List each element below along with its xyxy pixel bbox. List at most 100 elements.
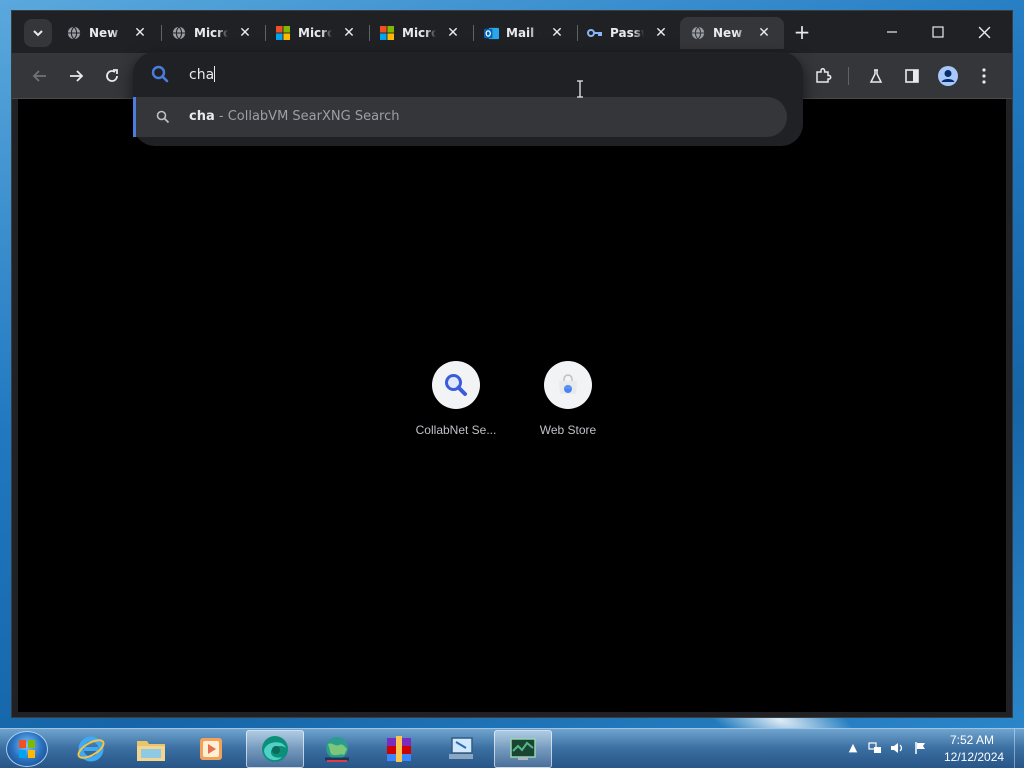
close-icon[interactable]: ✕ [445, 25, 461, 41]
close-icon[interactable]: ✕ [549, 25, 565, 41]
close-icon[interactable]: ✕ [132, 25, 148, 41]
menu-button[interactable] [970, 62, 998, 90]
taskbar-network-globe[interactable] [308, 730, 366, 768]
taskbar: ▲ 7:52 AM 12/12/2024 [0, 728, 1024, 768]
close-icon[interactable]: ✕ [341, 25, 357, 41]
shortcut-web-store[interactable]: Web Store [518, 361, 618, 451]
taskbar-winrar[interactable] [370, 730, 428, 768]
windows-logo-icon [19, 740, 35, 758]
shortcut-collabnet[interactable]: CollabNet Se... [406, 361, 506, 451]
side-panel-icon [905, 69, 919, 83]
globe-icon [171, 25, 187, 41]
tab-microsoft-3[interactable]: Microsoft ✕ [369, 17, 473, 49]
taskbar-internet-explorer[interactable] [62, 730, 120, 768]
suggestion-description: CollabVM SearXNG Search [227, 109, 400, 124]
clock-date[interactable]: 12/12/2024 [944, 750, 1004, 764]
taskbar-edge[interactable] [246, 730, 304, 768]
close-window-button[interactable] [962, 17, 1006, 47]
close-icon[interactable]: ✕ [756, 25, 772, 41]
task-manager-icon [510, 738, 536, 760]
tab-title: Microsoft [298, 26, 332, 40]
tab-new-tab-1[interactable]: New Tab ✕ [56, 17, 160, 49]
reload-icon [106, 69, 118, 82]
close-icon[interactable]: ✕ [237, 25, 253, 41]
address-input[interactable]: cha [189, 66, 216, 83]
tab-title: Mail - [506, 26, 540, 40]
suggestion-query: cha [189, 109, 215, 124]
show-hidden-icons-icon[interactable]: ▲ [846, 741, 860, 755]
puzzle-piece-icon [816, 67, 832, 83]
network-icon[interactable] [868, 741, 882, 755]
profile-button[interactable] [934, 62, 962, 90]
side-panel-button[interactable] [898, 62, 926, 90]
shortcut-tile[interactable] [432, 361, 480, 409]
text-caret [214, 66, 216, 82]
close-icon [978, 26, 990, 38]
maximize-button[interactable] [916, 17, 960, 47]
taskbar-media-player[interactable] [182, 730, 240, 768]
microsoft-logo-icon [275, 25, 291, 41]
omnibox-suggestion[interactable]: cha - CollabVM SearXNG Search [133, 97, 787, 137]
tab-strip: New Tab ✕ Microsoft ✕ Microsoft ✕ Micros… [12, 11, 1012, 53]
search-icon [151, 65, 169, 83]
suggestion-separator: - [214, 109, 228, 124]
tab-microsoft-1[interactable]: Microsoft ✕ [161, 17, 265, 49]
tab-mail[interactable]: Mail - ✕ [473, 17, 577, 49]
back-arrow-icon [32, 70, 46, 82]
shortcut-label: CollabNet Se... [415, 423, 497, 437]
tab-title: New Tab [713, 26, 747, 40]
taskbar-task-manager[interactable] [494, 730, 552, 768]
taskbar-file-explorer[interactable] [122, 730, 180, 768]
volume-icon[interactable] [890, 741, 904, 755]
magnifier-icon [445, 374, 467, 396]
extensions-button[interactable] [809, 62, 837, 90]
key-icon [587, 25, 603, 41]
suggestion-text: cha - CollabVM SearXNG Search [189, 109, 399, 124]
forward-arrow-icon [70, 70, 84, 82]
text-cursor-icon [577, 80, 583, 98]
remote-desktop-icon [449, 737, 473, 759]
edge-icon [262, 736, 288, 762]
tab-title: Microsoft [402, 26, 436, 40]
three-dots-vertical-icon [982, 68, 986, 84]
toolbar-divider [848, 67, 849, 85]
tab-passwords[interactable]: Passwords ✕ [577, 17, 681, 49]
omnibox-dropdown: cha cha - CollabVM SearXNG Search [133, 52, 803, 146]
close-icon[interactable]: ✕ [653, 25, 669, 41]
avatar-icon [938, 66, 958, 86]
tab-microsoft-2[interactable]: Microsoft ✕ [265, 17, 369, 49]
action-center-flag-icon[interactable] [914, 741, 928, 755]
chevron-down-icon [33, 30, 43, 37]
web-store-icon [559, 374, 577, 394]
address-input-value: cha [189, 67, 215, 83]
new-tab-page: CollabNet Se... Web Store [18, 99, 1006, 712]
browser-window: New Tab ✕ Microsoft ✕ Microsoft ✕ Micros… [11, 10, 1013, 718]
new-tab-button[interactable]: + [790, 21, 814, 45]
taskbar-remote-desktop[interactable] [432, 730, 490, 768]
start-button[interactable] [6, 731, 48, 767]
globe-icon [66, 25, 82, 41]
system-tray: ▲ 7:52 AM 12/12/2024 [842, 729, 1022, 768]
search-icon [156, 110, 170, 124]
minimize-icon [887, 31, 897, 33]
clock-time[interactable]: 7:52 AM [950, 733, 994, 747]
shortcut-tile[interactable] [544, 361, 592, 409]
tab-title: Passwords [610, 26, 644, 40]
media-player-icon [200, 738, 222, 760]
shortcut-label: Web Store [539, 423, 597, 437]
reload-button[interactable] [98, 62, 126, 90]
labs-button[interactable] [862, 62, 890, 90]
internet-explorer-icon [77, 736, 105, 762]
maximize-icon [932, 26, 944, 38]
tab-new-tab-active[interactable]: New Tab ✕ [680, 17, 784, 49]
microsoft-logo-icon [379, 25, 395, 41]
back-button[interactable] [26, 62, 54, 90]
tab-title: New Tab [89, 26, 123, 40]
show-desktop-button[interactable] [1014, 729, 1024, 768]
minimize-button[interactable] [870, 17, 914, 47]
winrar-icon [387, 736, 411, 762]
outlook-icon [483, 25, 499, 41]
network-globe-icon [325, 737, 349, 762]
forward-button[interactable] [62, 62, 90, 90]
tab-search-button[interactable] [24, 19, 52, 47]
